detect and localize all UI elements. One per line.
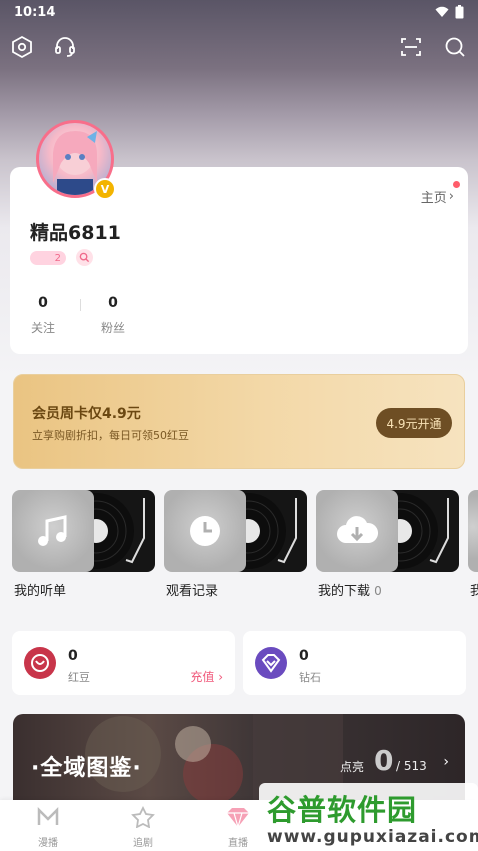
more-text: 我: [470, 584, 478, 599]
verified-badge-icon: V: [94, 178, 116, 200]
gallery-lit-label: 点亮: [340, 760, 365, 774]
chevron-right-icon: ›: [448, 189, 454, 204]
fans-label: 粉丝: [100, 321, 125, 335]
nav-manbo-label: 漫播: [38, 838, 58, 849]
watermark-url: www.gupuxiazai.com: [267, 827, 478, 847]
star-icon: [131, 805, 155, 829]
following-count: 0: [38, 295, 48, 311]
notification-dot: [453, 181, 460, 188]
settings-icon[interactable]: [9, 34, 35, 60]
manbo-logo-icon: [37, 806, 59, 825]
level-value: 2: [54, 252, 61, 264]
nav-follow-drama-label: 追剧: [133, 838, 153, 849]
following-stat[interactable]: 0 关注: [30, 295, 56, 336]
recharge-label: 充值: [190, 670, 215, 684]
more-tile[interactable]: [468, 490, 478, 572]
clock-icon: [164, 490, 246, 572]
customer-service-icon[interactable]: [52, 34, 78, 60]
search-badge-icon[interactable]: [76, 249, 93, 266]
gallery-title: ·全域图鉴·: [31, 756, 142, 781]
stat-divider: [80, 299, 81, 311]
home-page-link[interactable]: 主页 ›: [420, 181, 460, 206]
red-bean-label: 红豆: [68, 671, 90, 684]
my-playlist-label[interactable]: 我的听单: [14, 580, 66, 599]
downloads-count: 0: [374, 584, 382, 598]
my-downloads-label[interactable]: 我的下载 0: [318, 580, 382, 599]
watch-history-text: 观看记录: [166, 584, 219, 599]
vip-promo-card[interactable]: 会员周卡仅4.9元 立享购剧折扣，每日可领50红豆 4.9元开通: [13, 374, 465, 469]
level-badge: 2: [30, 251, 66, 265]
music-note-icon: [12, 490, 94, 572]
diamond-count: 0: [299, 648, 309, 664]
wifi-icon: [435, 6, 449, 17]
chevron-right-icon[interactable]: ›: [443, 754, 449, 770]
username: 精品6811: [30, 222, 121, 244]
chevron-right-icon: ›: [218, 670, 223, 684]
my-downloads-tile[interactable]: [316, 490, 459, 572]
cloud-download-icon: [316, 490, 398, 572]
watermark: 谷普软件园 www.gupuxiazai.com: [259, 783, 478, 851]
live-gem-icon: [227, 808, 249, 830]
nav-manbo[interactable]: 漫播: [18, 806, 78, 849]
watch-history-tile[interactable]: [164, 490, 307, 572]
my-downloads-text: 我的下载: [318, 584, 371, 599]
nav-follow-drama[interactable]: 追剧: [113, 805, 173, 849]
fans-stat[interactable]: 0 粉丝: [100, 295, 126, 336]
vip-open-button[interactable]: 4.9元开通: [376, 408, 452, 438]
following-label: 关注: [30, 321, 55, 335]
diamond-card[interactable]: 0 钻石: [243, 631, 466, 695]
red-bean-icon: [24, 647, 56, 679]
gallery-lit-count: 0: [374, 744, 394, 777]
vip-title: 会员周卡仅4.9元: [32, 406, 141, 422]
fans-count: 0: [108, 295, 118, 311]
gallery-total: / 513: [396, 759, 427, 773]
status-bar: 10:14: [0, 0, 478, 24]
status-time: 10:14: [14, 4, 56, 20]
recharge-link[interactable]: 充值 ›: [190, 668, 223, 685]
partial-tile-icon: [468, 490, 478, 572]
home-page-label: 主页: [420, 191, 447, 206]
red-bean-card[interactable]: 0 红豆 充值 ›: [12, 631, 235, 695]
watermark-title: 谷普软件园: [267, 793, 418, 827]
battery-icon: [455, 5, 464, 19]
scan-icon[interactable]: [398, 34, 424, 60]
my-playlist-tile[interactable]: [12, 490, 155, 572]
more-label[interactable]: 我: [470, 580, 478, 599]
diamond-icon: [255, 647, 287, 679]
watch-history-label[interactable]: 观看记录: [166, 580, 218, 599]
search-icon[interactable]: [442, 34, 468, 60]
red-bean-count: 0: [68, 648, 78, 664]
vip-subtitle: 立享购剧折扣，每日可领50红豆: [32, 429, 189, 442]
diamond-label: 钻石: [299, 671, 321, 684]
my-playlist-text: 我的听单: [14, 584, 67, 599]
